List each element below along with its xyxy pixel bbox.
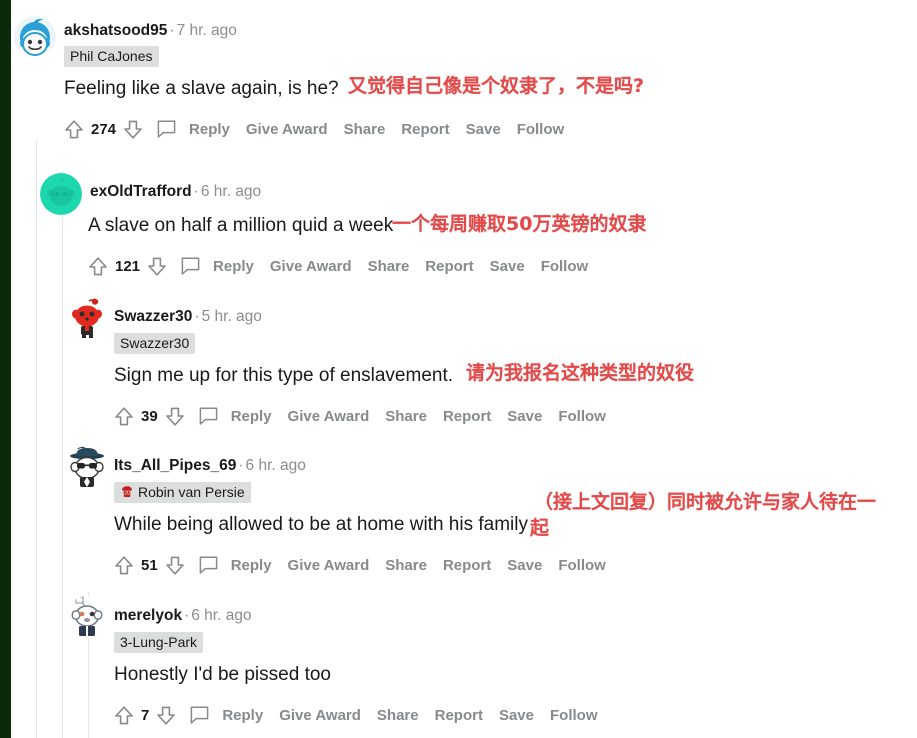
follow-button[interactable]: Follow (550, 557, 614, 574)
upvote-button[interactable] (114, 555, 134, 576)
upvote-button[interactable] (114, 406, 134, 427)
give-award-button[interactable]: Give Award (280, 557, 378, 574)
comment-body: A slave on half a million quid a week (88, 215, 394, 236)
avatar[interactable] (66, 596, 108, 638)
comment-bubble-icon[interactable] (189, 706, 210, 725)
report-button[interactable]: Report (435, 408, 499, 425)
comment-score: 7 (141, 707, 150, 724)
svg-text:20: 20 (124, 491, 130, 497)
downvote-button[interactable] (165, 555, 185, 576)
upvote-button[interactable] (88, 256, 108, 277)
give-award-button[interactable]: Give Award (262, 258, 360, 275)
comment-age: 6 hr. ago (200, 183, 262, 200)
save-button[interactable]: Save (499, 408, 550, 425)
comment-score: 51 (141, 557, 158, 574)
comment-merelyok: merelyok · 6 hr. ago 3-Lung-Park Honestly … (0, 0, 917, 725)
comment-body: While being allowed to be at home with h… (114, 514, 528, 535)
comment-actions: 7 Reply Give Award Share Report Save Fol… (114, 705, 606, 726)
comment-translation: 请为我报名这种类型的奴役 (466, 362, 695, 384)
comment-meta: merelyok · 6 hr. ago (114, 607, 252, 625)
downvote-button[interactable] (165, 406, 185, 427)
comment-author[interactable]: merelyok (114, 607, 182, 624)
comment-body: Sign me up for this type of enslavement. (114, 365, 454, 386)
report-button[interactable]: Report (417, 258, 481, 275)
follow-button[interactable]: Follow (542, 707, 606, 724)
comment-age: 5 hr. ago (201, 308, 262, 325)
comment-meta: Swazzer30 · 5 hr. ago (114, 308, 262, 326)
comment-age: 6 hr. ago (191, 607, 252, 624)
avatar[interactable] (40, 173, 82, 215)
thread-line-level-1[interactable] (36, 140, 37, 738)
comment-author[interactable]: exOldTrafford (90, 183, 192, 200)
comment-author[interactable]: Swazzer30 (114, 308, 192, 325)
save-button[interactable]: Save (482, 258, 533, 275)
reply-button[interactable]: Reply (205, 258, 262, 275)
comment-meta: exOldTrafford · 6 hr. ago (90, 183, 261, 201)
give-award-button[interactable]: Give Award (271, 707, 369, 724)
author-flair: 20 Robin van Persie (114, 482, 251, 503)
author-flair-label: Robin van Persie (138, 484, 245, 500)
comment-translation-line2: 起 (530, 517, 550, 539)
comment-body: Honestly I'd be pissed too (114, 664, 331, 685)
author-flair-label: 3-Lung-Park (120, 634, 198, 650)
save-button[interactable]: Save (499, 557, 550, 574)
snoo-grey-icon (66, 596, 108, 638)
share-button[interactable]: Share (377, 408, 435, 425)
comment-bubble-icon[interactable] (198, 407, 219, 426)
share-button[interactable]: Share (360, 258, 418, 275)
comment-score: 121 (115, 258, 141, 275)
comment-bubble-icon[interactable] (198, 556, 219, 575)
meta-separator: · (238, 457, 244, 474)
meta-separator: · (194, 308, 200, 325)
avatar[interactable] (66, 446, 108, 488)
meta-separator: · (184, 607, 190, 624)
comment-bubble-icon[interactable] (180, 257, 201, 276)
author-flair: 3-Lung-Park (114, 632, 204, 653)
thread-line-level-2[interactable] (62, 218, 63, 738)
comment-age: 6 hr. ago (245, 457, 306, 474)
upvote-button[interactable] (114, 705, 134, 726)
reply-button[interactable]: Reply (214, 707, 271, 724)
save-button[interactable]: Save (491, 707, 542, 724)
comment-meta: Its_All_Pipes_69 · 6 hr. ago (114, 457, 306, 475)
avatar[interactable] (66, 297, 108, 339)
comment-score: 39 (141, 408, 158, 425)
share-button[interactable]: Share (377, 557, 435, 574)
comment-actions: 121 Reply Give Award Share Report Save F… (88, 256, 596, 277)
reply-button[interactable]: Reply (223, 557, 280, 574)
meta-separator: · (193, 183, 199, 200)
snoo-red-icon (66, 297, 108, 339)
comment-author[interactable]: Its_All_Pipes_69 (114, 457, 236, 474)
comment-translation: （接上文回复）同时被允许与家人待在一 (534, 491, 877, 513)
report-button[interactable]: Report (435, 557, 499, 574)
snoo-hat-sunglasses-icon (66, 446, 108, 488)
comment-actions: 39 Reply Give Award Share Report Save Fo… (114, 406, 614, 427)
give-award-button[interactable]: Give Award (280, 408, 378, 425)
comment-translation: 一个每周赚取50万英镑的奴隶 (392, 213, 647, 235)
downvote-button[interactable] (147, 256, 167, 277)
downvote-button[interactable] (156, 705, 176, 726)
reply-button[interactable]: Reply (223, 408, 280, 425)
share-button[interactable]: Share (369, 707, 427, 724)
snoo-teal-icon (40, 173, 82, 215)
author-flair: Swazzer30 (114, 333, 196, 354)
comment-thread-page: akshatsood95 · 7 hr. ago Phil CaJones Feel… (0, 0, 917, 738)
report-button[interactable]: Report (427, 707, 491, 724)
follow-button[interactable]: Follow (550, 408, 614, 425)
red-jersey-icon: 20 (120, 485, 134, 499)
follow-button[interactable]: Follow (533, 258, 597, 275)
author-flair-label: Swazzer30 (120, 335, 190, 351)
comment-actions: 51 Reply Give Award Share Report Save Fo… (114, 555, 614, 576)
